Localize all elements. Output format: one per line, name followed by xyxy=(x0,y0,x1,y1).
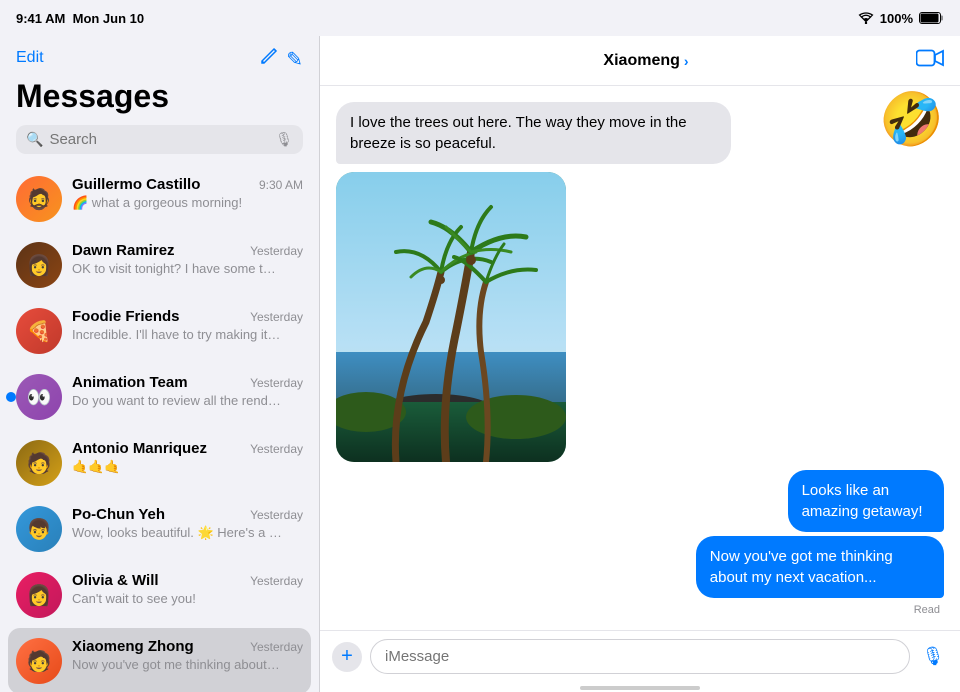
conversation-item[interactable]: 🧑 Xiaomeng Zhong Yesterday Now you've got m… xyxy=(8,628,311,692)
battery-label: 100% xyxy=(880,11,913,26)
conversation-preview: Do you want to review all the renders to… xyxy=(72,393,282,408)
app-container: Edit ✎ Messages 🔍 🎙 xyxy=(0,36,960,692)
conversation-preview: Incredible. I'll have to try making it m… xyxy=(72,327,282,342)
search-input[interactable] xyxy=(49,131,275,148)
conversation-info: Olivia & Will Yesterday Can't wait to see … xyxy=(72,572,303,606)
conversation-name: Antonio Manriquez xyxy=(72,440,207,457)
conversation-item[interactable]: 👩 Dawn Ramirez Yesterday OK to visit tonigh… xyxy=(0,232,319,298)
mic-button[interactable]: 🎙 xyxy=(918,642,948,672)
conversation-info: Xiaomeng Zhong Yesterday Now you've got me… xyxy=(72,638,303,672)
chat-contact-name: Xiaomeng xyxy=(603,52,679,70)
photo-image xyxy=(336,172,566,462)
conversation-info: Dawn Ramirez Yesterday OK to visit tonight… xyxy=(72,242,303,276)
conversation-time: Yesterday xyxy=(250,376,303,390)
avatar: 👀 xyxy=(16,374,62,420)
conversation-item[interactable]: 🍕 Foodie Friends Yesterday Incredible. I'll… xyxy=(0,298,319,364)
conversation-preview: Wow, looks beautiful. 🌟 Here's a photo o… xyxy=(72,525,282,541)
conversation-item[interactable]: 👀 Animation Team Yesterday Do you want to r… xyxy=(0,364,319,430)
conversation-preview: OK to visit tonight? I have some things … xyxy=(72,261,282,276)
avatar: 👩 xyxy=(16,242,62,288)
chat-header-center[interactable]: Xiaomeng › xyxy=(603,52,688,70)
conversation-time: Yesterday xyxy=(250,442,303,456)
conversation-info: Animation Team Yesterday Do you want to re… xyxy=(72,374,303,408)
avatar: 👦 xyxy=(16,506,62,552)
avatar: 🍕 xyxy=(16,308,62,354)
conversation-time: Yesterday xyxy=(250,310,303,324)
sidebar-header: Edit ✎ Messages 🔍 🎙 xyxy=(0,36,319,166)
conversation-name: Dawn Ramirez xyxy=(72,242,175,259)
status-bar: 9:41 AM Mon Jun 10 100% xyxy=(0,0,960,36)
conversation-preview: 🌈 what a gorgeous morning! xyxy=(72,195,282,211)
conversation-name: Guillermo Castillo xyxy=(72,176,200,193)
conversation-time: Yesterday xyxy=(250,640,303,654)
avatar: 👩 xyxy=(16,572,62,618)
compose-icon xyxy=(259,44,281,66)
message-bubble-out1: Looks like an amazing getaway! xyxy=(788,470,944,532)
avatar: 🧑 xyxy=(16,638,62,684)
status-right: 100% xyxy=(858,11,944,26)
add-button[interactable]: + xyxy=(332,642,362,672)
compose-button[interactable]: ✎ xyxy=(259,44,303,72)
message-bubble-out2: Now you've got me thinking about my next… xyxy=(696,536,944,598)
conversation-info: Po-Chun Yeh Yesterday Wow, looks beautiful… xyxy=(72,506,303,541)
chat-area: Xiaomeng › 🤣 I love the trees out here. … xyxy=(320,36,960,692)
sidebar: Edit ✎ Messages 🔍 🎙 xyxy=(0,36,320,692)
conversation-info: Guillermo Castillo 9:30 AM 🌈 what a gorgeo… xyxy=(72,176,303,211)
message-bubble-incoming: I love the trees out here. The way they … xyxy=(336,102,731,164)
conversation-name: Po-Chun Yeh xyxy=(72,506,165,523)
mic-icon: 🎙 xyxy=(275,131,293,148)
sidebar-top-row: Edit ✎ xyxy=(16,44,303,72)
message-row-photo: ⬆ xyxy=(336,172,944,462)
conversation-item[interactable]: 👩 Olivia & Will Yesterday Can't wait to see… xyxy=(0,562,319,628)
sidebar-title: Messages xyxy=(16,78,303,115)
conversation-time: 9:30 AM xyxy=(259,178,303,192)
conversation-name: Olivia & Will xyxy=(72,572,159,589)
edit-button[interactable]: Edit xyxy=(16,49,44,67)
conversation-name: Foodie Friends xyxy=(72,308,180,325)
conversation-item[interactable]: 🧔 Guillermo Castillo 9:30 AM 🌈 what a gorge… xyxy=(0,166,319,232)
conversation-name: Xiaomeng Zhong xyxy=(72,638,194,655)
conversation-name: Animation Team xyxy=(72,374,188,391)
chevron-right-icon: › xyxy=(684,53,689,69)
conversation-preview: Now you've got me thinking about my next… xyxy=(72,657,282,672)
conversation-preview: 🤙🤙🤙 xyxy=(72,459,282,475)
conversation-list: 🧔 Guillermo Castillo 9:30 AM 🌈 what a gorge… xyxy=(0,166,319,692)
avatar: 🧑 xyxy=(16,440,62,486)
conversation-time: Yesterday xyxy=(250,508,303,522)
conversation-item[interactable]: 🧑 Antonio Manriquez Yesterday 🤙🤙🤙 xyxy=(0,430,319,496)
chat-header: Xiaomeng › xyxy=(320,36,960,86)
conversation-time: Yesterday xyxy=(250,244,303,258)
outgoing-messages: Looks like an amazing getaway! Now you'v… xyxy=(336,470,944,616)
unread-dot xyxy=(6,392,16,402)
input-bar: + 🎙 xyxy=(320,630,960,682)
conversation-info: Foodie Friends Yesterday Incredible. I'll … xyxy=(72,308,303,342)
conversation-time: Yesterday xyxy=(250,574,303,588)
avatar: 🧔 xyxy=(16,176,62,222)
conversation-item[interactable]: 👦 Po-Chun Yeh Yesterday Wow, looks beautifu… xyxy=(0,496,319,562)
message-input[interactable] xyxy=(370,639,910,674)
home-indicator xyxy=(580,686,700,690)
photo-svg xyxy=(336,172,566,462)
facetime-icon xyxy=(916,48,944,68)
emoji-reaction: 🤣 xyxy=(879,94,944,146)
message-row-out2: Now you've got me thinking about my next… xyxy=(562,536,944,598)
facetime-button[interactable] xyxy=(916,48,944,74)
photo-message[interactable]: ⬆ xyxy=(336,172,566,462)
read-receipt: Read xyxy=(914,604,940,616)
message-row: I love the trees out here. The way they … xyxy=(336,102,944,164)
conversation-info: Antonio Manriquez Yesterday 🤙🤙🤙 xyxy=(72,440,303,475)
search-bar[interactable]: 🔍 🎙 xyxy=(16,125,303,154)
conversation-preview: Can't wait to see you! xyxy=(72,591,282,606)
messages-area: 🤣 I love the trees out here. The way the… xyxy=(320,86,960,630)
search-icon: 🔍 xyxy=(26,131,43,148)
battery-icon xyxy=(919,12,944,24)
message-row-out1: Looks like an amazing getaway! xyxy=(703,470,944,532)
status-time: 9:41 AM Mon Jun 10 xyxy=(16,11,144,26)
wifi-icon xyxy=(858,12,874,24)
